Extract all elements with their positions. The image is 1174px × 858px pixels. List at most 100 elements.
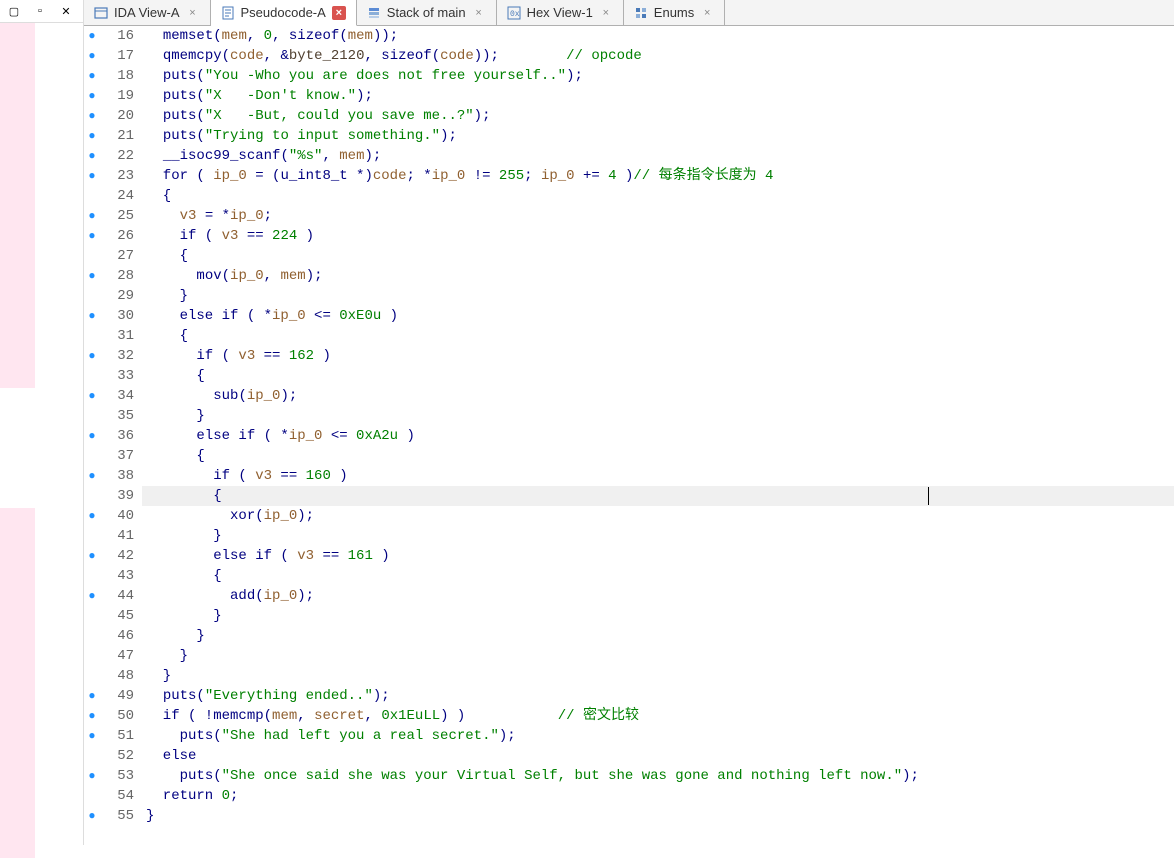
- code-line[interactable]: return 0;: [142, 786, 1174, 806]
- code-line[interactable]: puts("She once said she was your Virtual…: [142, 766, 1174, 786]
- tab-pseudocode-a[interactable]: Pseudocode-A×: [211, 0, 357, 26]
- breakpoint-dot[interactable]: ●: [84, 586, 100, 606]
- tab-close-button[interactable]: ×: [700, 6, 714, 20]
- breakpoint-dot[interactable]: ●: [84, 266, 100, 286]
- breakpoint-dot[interactable]: ●: [84, 426, 100, 446]
- breakpoint-dot[interactable]: ●: [84, 66, 100, 86]
- tab-close-button[interactable]: ×: [332, 6, 346, 20]
- code-token: ==: [272, 468, 306, 484]
- code-line[interactable]: add(ip_0);: [142, 586, 1174, 606]
- tab-stack-of-main[interactable]: Stack of main×: [357, 0, 497, 25]
- code-line[interactable]: if ( !memcmp(mem, secret, 0x1EuLL) ) // …: [142, 706, 1174, 726]
- breakpoint-gutter[interactable]: ●●●●●●●●●●●●●●●●●●●●●●●●●●●●●●●●●●●●●●●●: [84, 26, 100, 845]
- breakpoint-dot[interactable]: ●: [84, 766, 100, 786]
- code-line[interactable]: qmemcpy(code, &byte_2120, sizeof(code));…: [142, 46, 1174, 66]
- toolbar-button-3[interactable]: ✕: [54, 2, 78, 20]
- code-line[interactable]: {: [142, 246, 1174, 266]
- code-line[interactable]: if ( v3 == 162 ): [142, 346, 1174, 366]
- breakpoint-dot[interactable]: ●: [84, 686, 100, 706]
- code-line[interactable]: else if ( *ip_0 <= 0xE0u ): [142, 306, 1174, 326]
- code-line[interactable]: v3 = *ip_0;: [142, 206, 1174, 226]
- code-token: ip_0: [432, 168, 466, 184]
- breakpoint-dot[interactable]: ●: [84, 166, 100, 186]
- code-token: xor: [230, 508, 255, 524]
- code-token: v3: [222, 228, 239, 244]
- code-line[interactable]: xor(ip_0);: [142, 506, 1174, 526]
- breakpoint-dot[interactable]: ●: [84, 226, 100, 246]
- code-line[interactable]: puts("Everything ended..");: [142, 686, 1174, 706]
- code-token: (: [213, 28, 221, 44]
- tab-close-button[interactable]: ×: [186, 6, 200, 20]
- breakpoint-dot[interactable]: ●: [84, 206, 100, 226]
- code-line[interactable]: puts("You -Who you are does not free you…: [142, 66, 1174, 86]
- code-line[interactable]: else if ( *ip_0 <= 0xA2u ): [142, 426, 1174, 446]
- code-body[interactable]: memset(mem, 0, sizeof(mem)); qmemcpy(cod…: [142, 26, 1174, 845]
- breakpoint-dot[interactable]: ●: [84, 346, 100, 366]
- tab-close-button[interactable]: ×: [472, 6, 486, 20]
- code-line[interactable]: {: [142, 186, 1174, 206]
- code-token: , &: [264, 48, 289, 64]
- code-token: ,: [264, 268, 281, 284]
- breakpoint-dot[interactable]: ●: [84, 806, 100, 826]
- code-line[interactable]: mov(ip_0, mem);: [142, 266, 1174, 286]
- code-token: ip_0: [272, 308, 306, 324]
- breakpoint-dot[interactable]: ●: [84, 106, 100, 126]
- toolbar-button-1[interactable]: ▢: [2, 2, 26, 20]
- breakpoint-dot[interactable]: ●: [84, 506, 100, 526]
- line-number: 27: [100, 246, 134, 266]
- code-line[interactable]: memset(mem, 0, sizeof(mem));: [142, 26, 1174, 46]
- line-number: 54: [100, 786, 134, 806]
- code-token: ,: [365, 708, 382, 724]
- code-line[interactable]: puts("X -But, could you save me..?");: [142, 106, 1174, 126]
- code-area[interactable]: ●●●●●●●●●●●●●●●●●●●●●●●●●●●●●●●●●●●●●●●●…: [84, 26, 1174, 845]
- code-token: }: [146, 628, 205, 644]
- code-line[interactable]: if ( v3 == 224 ): [142, 226, 1174, 246]
- breakpoint-dot[interactable]: ●: [84, 306, 100, 326]
- breakpoint-dot[interactable]: ●: [84, 546, 100, 566]
- code-line[interactable]: }: [142, 646, 1174, 666]
- breakpoint-dot[interactable]: ●: [84, 386, 100, 406]
- breakpoint-dot[interactable]: ●: [84, 146, 100, 166]
- toolbar-button-2[interactable]: ▫: [28, 2, 52, 20]
- code-line[interactable]: }: [142, 626, 1174, 646]
- breakpoint-dot[interactable]: ●: [84, 46, 100, 66]
- tab-close-button[interactable]: ×: [599, 6, 613, 20]
- code-line[interactable]: for ( ip_0 = (u_int8_t *)code; *ip_0 != …: [142, 166, 1174, 186]
- code-line[interactable]: else: [142, 746, 1174, 766]
- code-line[interactable]: }: [142, 406, 1174, 426]
- code-line[interactable]: }: [142, 286, 1174, 306]
- breakpoint-dot[interactable]: ●: [84, 86, 100, 106]
- code-token: (: [264, 708, 272, 724]
- code-line[interactable]: puts("Trying to input something.");: [142, 126, 1174, 146]
- code-line[interactable]: {: [142, 326, 1174, 346]
- code-line[interactable]: {: [142, 566, 1174, 586]
- code-line[interactable]: puts("X -Don't know.");: [142, 86, 1174, 106]
- code-line[interactable]: {: [142, 486, 1174, 506]
- code-line[interactable]: else if ( v3 == 161 ): [142, 546, 1174, 566]
- code-line[interactable]: if ( v3 == 160 ): [142, 466, 1174, 486]
- breakpoint-dot[interactable]: ●: [84, 706, 100, 726]
- code-line[interactable]: {: [142, 366, 1174, 386]
- code-token: for (: [146, 168, 213, 184]
- code-token: ): [617, 168, 634, 184]
- code-token: 0xE0u: [339, 308, 381, 324]
- code-token: [146, 688, 163, 704]
- code-line[interactable]: }: [142, 666, 1174, 686]
- breakpoint-dot[interactable]: ●: [84, 26, 100, 46]
- code-line[interactable]: puts("She had left you a real secret.");: [142, 726, 1174, 746]
- code-line[interactable]: sub(ip_0);: [142, 386, 1174, 406]
- code-line[interactable]: {: [142, 446, 1174, 466]
- breakpoint-dot[interactable]: ●: [84, 726, 100, 746]
- code-line[interactable]: }: [142, 806, 1174, 826]
- breakpoint-dot[interactable]: ●: [84, 466, 100, 486]
- code-line[interactable]: __isoc99_scanf("%s", mem);: [142, 146, 1174, 166]
- tab-hex-view-1[interactable]: 0xHex View-1×: [497, 0, 624, 25]
- breakpoint-dot[interactable]: ●: [84, 126, 100, 146]
- code-token: v3: [238, 348, 255, 364]
- code-token: !=: [465, 168, 499, 184]
- tab-enums[interactable]: Enums×: [624, 0, 725, 25]
- code-token: 162: [289, 348, 314, 364]
- code-line[interactable]: }: [142, 606, 1174, 626]
- code-line[interactable]: }: [142, 526, 1174, 546]
- tab-ida-view-a[interactable]: IDA View-A×: [84, 0, 211, 25]
